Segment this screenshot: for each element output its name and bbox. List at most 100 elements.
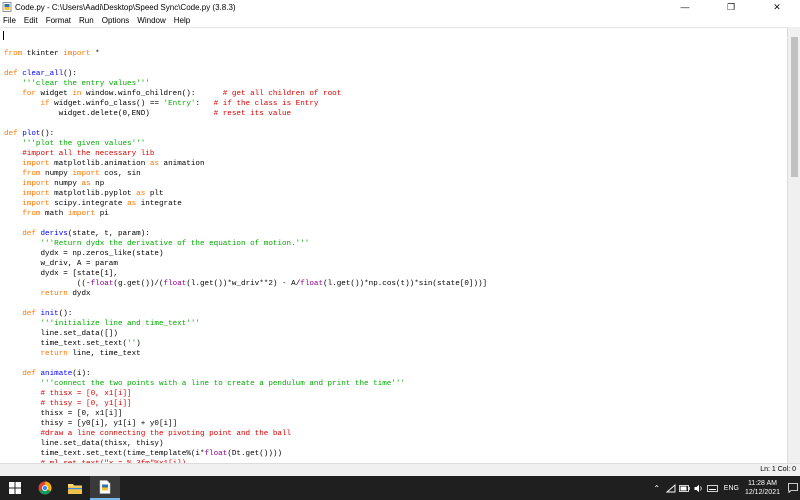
code-token: for	[22, 90, 36, 98]
code-token: ((-	[4, 280, 91, 288]
code-token: ''	[127, 340, 137, 348]
code-line[interactable]: line.set_data([])	[4, 329, 487, 339]
code-line[interactable]	[4, 119, 487, 129]
notification-icon[interactable]	[786, 476, 800, 500]
code-token: w_driv, A = param	[4, 260, 118, 268]
code-line[interactable]	[4, 219, 487, 229]
code-line[interactable]: def clear_all():	[4, 69, 487, 79]
code-token: import	[22, 200, 50, 208]
code-line[interactable]: from numpy import cos, sin	[4, 169, 487, 179]
vertical-scrollbar[interactable]	[787, 27, 800, 463]
code-line[interactable]: ((-float(g.get())/(float(l.get())*w_driv…	[4, 279, 487, 289]
chevron-up-icon[interactable]: ⌃	[650, 476, 664, 500]
menu-window[interactable]: Window	[137, 16, 165, 25]
code-line[interactable]	[4, 29, 487, 39]
code-token: ():	[63, 70, 77, 78]
code-line[interactable]	[4, 299, 487, 309]
code-line[interactable]: '''Return dydx the derivative of the equ…	[4, 239, 487, 249]
taskbar-app-explorer[interactable]	[60, 476, 90, 500]
code-line[interactable]: # thisy = [0, y1[i]]	[4, 399, 487, 409]
code-line[interactable]: '''plot the given values'''	[4, 139, 487, 149]
code-line[interactable]: '''initialize line and time_text'''	[4, 319, 487, 329]
code-line[interactable]: thisy = [y0[i], y1[i] + y0[i]]	[4, 419, 487, 429]
menu-file[interactable]: File	[3, 16, 16, 25]
code-line[interactable]: # thisx = [0, x1[i]]	[4, 389, 487, 399]
code-token: np	[90, 180, 105, 188]
code-line[interactable]: import matplotlib.animation as animation	[4, 159, 487, 169]
taskbar-clock[interactable]: 11:28 AM 12/12/2021	[745, 479, 780, 497]
status-bar: Ln: 1 Col: 0	[0, 463, 800, 476]
code-line[interactable]: def plot():	[4, 129, 487, 139]
code-line[interactable]: time_text.set_text(time_template%(i*floa…	[4, 449, 487, 459]
code-line[interactable]	[4, 359, 487, 369]
code-line[interactable]	[4, 39, 487, 49]
code-line[interactable]: if widget.winfo_class() == 'Entry': # if…	[4, 99, 487, 109]
menu-run[interactable]: Run	[79, 16, 94, 25]
code-token: in	[72, 90, 82, 98]
battery-icon[interactable]	[678, 476, 692, 500]
keyboard-icon[interactable]	[706, 476, 720, 500]
code-token: (state, t, param):	[67, 230, 150, 238]
code-line[interactable]: from tkinter import *	[4, 49, 487, 59]
start-button[interactable]	[0, 476, 30, 500]
code-line[interactable]: def derivs(state, t, param):	[4, 229, 487, 239]
code-line[interactable]: return line, time_text	[4, 349, 487, 359]
code-token: # if the class is Entry	[213, 100, 319, 108]
taskbar-app-idle[interactable]	[90, 476, 120, 500]
menu-edit[interactable]: Edit	[24, 16, 38, 25]
code-line[interactable]: import scipy.integrate as integrate	[4, 199, 487, 209]
maximize-button[interactable]: ❐	[708, 0, 754, 14]
code-line[interactable]: #import all the necessary lib	[4, 149, 487, 159]
network-icon[interactable]	[664, 476, 678, 500]
code-token: clear_all	[22, 70, 64, 78]
scrollbar-thumb[interactable]	[791, 37, 798, 177]
code-line[interactable]: line.set_data(thisx, thisy)	[4, 439, 487, 449]
code-line[interactable]: from math import pi	[4, 209, 487, 219]
code-token: matplotlib.animation	[49, 160, 150, 168]
code-token: scipy.integrate	[49, 200, 128, 208]
code-token: line.set_data([])	[4, 330, 118, 338]
code-editor[interactable]: from tkinter import * def clear_all(): '…	[0, 27, 787, 463]
code-line[interactable]: w_driv, A = param	[4, 259, 487, 269]
clock-time: 11:28 AM	[747, 480, 777, 487]
code-line[interactable]: return dydx	[4, 289, 487, 299]
code-token: line, time_text	[67, 350, 141, 358]
volume-icon[interactable]	[692, 476, 706, 500]
minimize-button[interactable]: —	[662, 0, 708, 14]
menu-help[interactable]: Help	[174, 16, 190, 25]
code-token: as	[81, 180, 91, 188]
menu-format[interactable]: Format	[46, 16, 71, 25]
code-line[interactable]: import matplotlib.pyplot as plt	[4, 189, 487, 199]
code-token: import	[72, 170, 100, 178]
code-line[interactable]: widget.delete(0,END) # reset its value	[4, 109, 487, 119]
code-token: def	[22, 310, 36, 318]
code-token: *	[90, 50, 100, 58]
code-token: plot	[22, 130, 41, 138]
python-file-icon	[2, 2, 12, 12]
taskbar-app-chrome[interactable]	[30, 476, 60, 500]
code-line[interactable]: '''clear the entry values'''	[4, 79, 487, 89]
code-token: animation	[158, 160, 205, 168]
code-line[interactable]: #draw a line connecting the pivoting poi…	[4, 429, 487, 439]
code-line[interactable]: '''connect the two points with a line to…	[4, 379, 487, 389]
code-line[interactable]: def init():	[4, 309, 487, 319]
code-line[interactable]: import numpy as np	[4, 179, 487, 189]
menu-options[interactable]: Options	[102, 16, 130, 25]
code-token: if	[40, 100, 50, 108]
code-line[interactable]	[4, 59, 487, 69]
code-token: import	[22, 190, 50, 198]
input-language[interactable]: ENG	[724, 485, 739, 492]
code-line[interactable]: dydx = [state[1],	[4, 269, 487, 279]
code-area[interactable]: from tkinter import * def clear_all(): '…	[4, 29, 487, 463]
code-line[interactable]: time_text.set_text('')	[4, 339, 487, 349]
code-token: thisx = [0, x1[i]]	[4, 410, 123, 418]
code-line[interactable]: thisx = [0, x1[i]]	[4, 409, 487, 419]
code-token: :	[195, 100, 214, 108]
code-line[interactable]: dydx = np.zeros_like(state)	[4, 249, 487, 259]
code-line[interactable]: for widget in window.winfo_children(): #…	[4, 89, 487, 99]
code-line[interactable]: def animate(i):	[4, 369, 487, 379]
close-button[interactable]: ✕	[754, 0, 800, 14]
